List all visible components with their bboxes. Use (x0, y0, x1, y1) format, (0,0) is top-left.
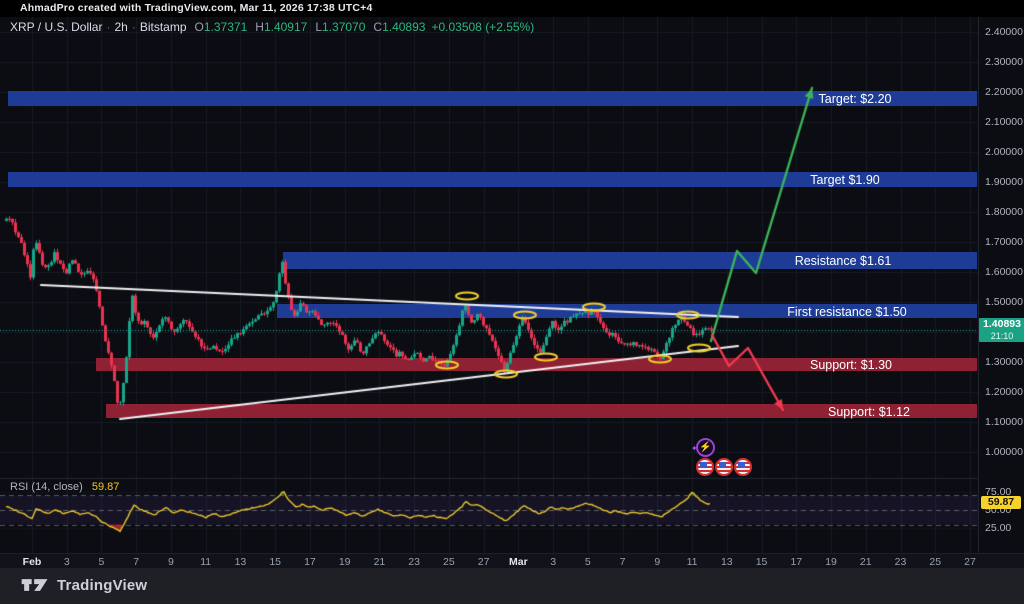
price-axis[interactable]: 2.40000 2.30000 2.20000 2.10000 2.00000 1.900… (978, 17, 1024, 568)
sparkle-icon: ✦ (691, 445, 698, 453)
time-axis-label: 11 (200, 555, 211, 569)
time-axis-label: 3 (64, 555, 70, 569)
attribution-text: AhmadPro created with TradingView.com, M… (20, 2, 373, 14)
us-flag-reaction-sticker[interactable] (715, 458, 733, 476)
time-axis-label: 3 (550, 555, 556, 569)
time-axis-label: 27 (478, 555, 490, 569)
time-axis-label: 15 (756, 555, 768, 569)
change-value: +0.03508 (+2.55%) (431, 20, 534, 34)
current-price-badge: 1.40893 21:10 (979, 318, 1024, 342)
symbol-name: XRP / U.S. Dollar (10, 20, 102, 34)
price-axis-label: 2.00000 (985, 146, 1023, 158)
current-price-value: 1.40893 (979, 318, 1024, 331)
close-value: 1.40893 (382, 20, 425, 34)
time-axis-label: 5 (585, 555, 591, 569)
price-axis-label: 1.60000 (985, 266, 1023, 278)
time-axis-label: 7 (620, 555, 626, 569)
price-axis-label: 1.20000 (985, 386, 1023, 398)
price-axis-label: 2.40000 (985, 26, 1023, 38)
flag-canton (700, 462, 707, 468)
us-flag-reaction-sticker[interactable] (734, 458, 752, 476)
tradingview-chart-window: AhmadPro created with TradingView.com, M… (0, 0, 1024, 604)
time-axis[interactable]: Feb 3 5 7 9 11 13 15 17 19 21 23 25 27 Mar 3 5 7 9 11 13 15 17… (0, 553, 1024, 568)
time-axis-label: 13 (721, 555, 733, 569)
low-value: 1.37070 (322, 20, 365, 34)
price-axis-label: 1.30000 (985, 356, 1023, 368)
interval-label: 2h (114, 20, 127, 34)
price-axis-label: 1.80000 (985, 206, 1023, 218)
price-axis-label: 1.70000 (985, 236, 1023, 248)
time-axis-label: 9 (654, 555, 660, 569)
time-axis-label: 21 (374, 555, 386, 569)
price-axis-label: 1.10000 (985, 416, 1023, 428)
time-axis-label: 23 (895, 555, 907, 569)
price-axis-label: 1.90000 (985, 176, 1023, 188)
price-axis-label: 1.50000 (985, 296, 1023, 308)
price-axis-label: 2.10000 (985, 116, 1023, 128)
zap-reaction-sticker[interactable]: ⚡✦ (696, 438, 715, 457)
time-axis-label: 25 (929, 555, 941, 569)
price-axis-label: 1.00000 (985, 446, 1023, 458)
time-axis-label: 21 (860, 555, 872, 569)
chart-plot-area[interactable]: Target: $2.20Target $1.90Resistance $1.6… (0, 17, 978, 553)
time-axis-label: 19 (339, 555, 351, 569)
time-axis-label: 25 (443, 555, 455, 569)
time-axis-label: 19 (825, 555, 837, 569)
footer-bar: TradingView (0, 568, 1024, 604)
open-value: 1.37371 (204, 20, 247, 34)
time-axis-label: 27 (964, 555, 976, 569)
rsi-title: RSI (10, 481, 28, 493)
high-value: 1.40917 (264, 20, 307, 34)
symbol-legend: XRP / U.S. Dollar·2h·BitstampO1.37371H1.… (10, 20, 534, 34)
tradingview-logo[interactable]: TradingView (20, 576, 147, 594)
flag-canton (738, 462, 745, 468)
flag-canton (719, 462, 726, 468)
time-axis-month-label: Feb (23, 555, 42, 569)
time-axis-label: 23 (408, 555, 420, 569)
tradingview-logo-icon (20, 576, 50, 594)
time-axis-label: 7 (133, 555, 139, 569)
time-axis-label: 13 (235, 555, 247, 569)
attribution-bar: AhmadPro created with TradingView.com, M… (0, 0, 1024, 17)
price-rsi-canvas[interactable] (0, 17, 978, 553)
exchange-label: Bitstamp (140, 20, 187, 34)
tradingview-logo-text: TradingView (57, 577, 147, 594)
price-axis-label: 2.30000 (985, 56, 1023, 68)
time-axis-label: 15 (269, 555, 281, 569)
rsi-legend: RSI (14, close) 59.87 (10, 481, 119, 493)
bar-countdown: 21:10 (979, 331, 1024, 342)
price-axis-label: 2.20000 (985, 86, 1023, 98)
us-flag-reaction-sticker[interactable] (696, 458, 714, 476)
rsi-params: (14, close) (31, 481, 82, 493)
rsi-axis-label: 25.00 (985, 522, 1011, 534)
time-axis-label: 5 (99, 555, 105, 569)
time-axis-month-label: Mar (509, 555, 528, 569)
rsi-value-badge: 59.87 (981, 496, 1021, 509)
rsi-value: 59.87 (92, 481, 120, 493)
time-axis-label: 11 (687, 555, 698, 569)
time-axis-label: 17 (790, 555, 802, 569)
time-axis-label: 17 (304, 555, 316, 569)
time-axis-label: 9 (168, 555, 174, 569)
